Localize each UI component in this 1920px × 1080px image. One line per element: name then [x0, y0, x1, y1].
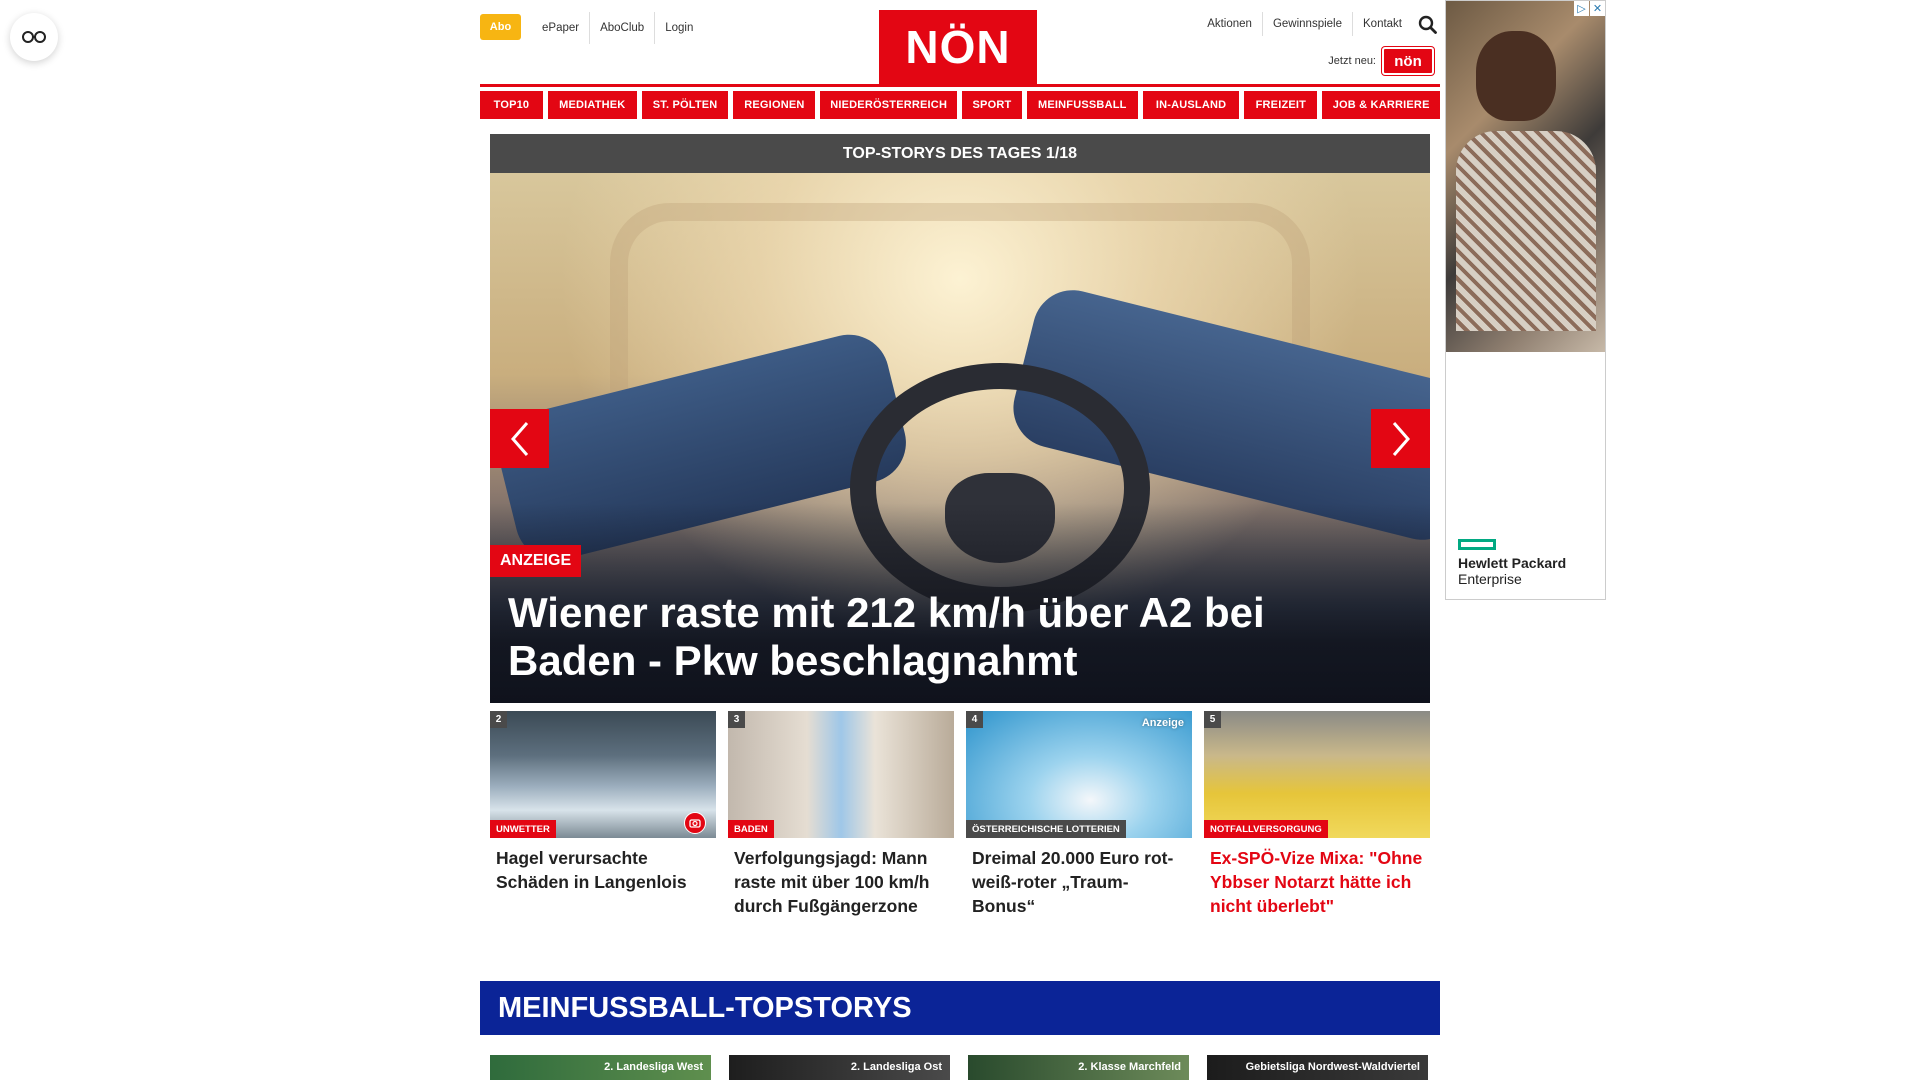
kontakt-link[interactable]: Kontakt: [1353, 12, 1412, 36]
close-icon[interactable]: ✕: [1590, 1, 1605, 16]
mini-logo[interactable]: nön: [1382, 47, 1434, 75]
nav-item-mediathek[interactable]: MEDIATHEK: [547, 91, 637, 119]
arrow-right-icon: [1392, 421, 1410, 456]
football-card[interactable]: Gebietsliga Nordwest-Waldviertel: [1207, 1055, 1428, 1080]
login-link[interactable]: Login: [655, 12, 703, 44]
hero-image[interactable]: ANZEIGE Wiener raste mit 212 km/h über A…: [490, 173, 1430, 703]
nav-item-top10[interactable]: TOP10: [480, 91, 543, 119]
football-card[interactable]: 2. Klasse Marchfeld: [968, 1055, 1189, 1080]
search-icon[interactable]: [1414, 12, 1440, 36]
adchoices-icon[interactable]: ▷: [1574, 1, 1589, 16]
story-category: ÖSTERREICHISCHE LOTTERIEN: [966, 820, 1126, 838]
abo-button[interactable]: Abo: [480, 14, 521, 40]
football-league-label: 2. Landesliga West: [604, 1061, 703, 1073]
story-title[interactable]: Verfolgungsjagd: Mann raste mit über 100…: [728, 846, 954, 918]
football-league-label: 2. Landesliga Ost: [850, 1061, 942, 1073]
ad-brand-line2: Enterprise: [1458, 571, 1522, 587]
main-page: Abo ePaper AboClub Login NÖN Aktionen Ge…: [480, 0, 1441, 1080]
nav-item-sport[interactable]: SPORT: [962, 91, 1022, 119]
nav-item-st-pölten[interactable]: ST. PÖLTEN: [641, 91, 729, 119]
ad-brand: Hewlett Packard Enterprise: [1458, 555, 1566, 587]
football-league-label: Gebietsliga Nordwest-Waldviertel: [1245, 1061, 1420, 1073]
arrow-left-icon: [510, 421, 528, 456]
aktionen-link[interactable]: Aktionen: [1197, 12, 1263, 36]
top-story-slider: TOP-STORYS DES TAGES 1/18 ANZEIGE Wiener…: [490, 134, 1430, 703]
story-image[interactable]: 3 BADEN: [728, 711, 954, 838]
story-number: 5: [1204, 711, 1221, 728]
ad-image[interactable]: ▷ ✕: [1446, 1, 1605, 352]
story-title[interactable]: Ex-SPÖ-Vize Mixa: "Ohne Ybbser Notarzt h…: [1204, 846, 1430, 918]
story-number: 3: [728, 711, 745, 728]
nav-item-regionen[interactable]: REGIONEN: [733, 91, 816, 119]
story-card[interactable]: 5 NOTFALLVERSORGUNG Ex-SPÖ-Vize Mixa: "O…: [1204, 711, 1430, 918]
story-card[interactable]: 2 UNWETTER Hagel verursachte Schäden in …: [490, 711, 716, 918]
nav-item-freizeit[interactable]: FREIZEIT: [1244, 91, 1318, 119]
story-category: NOTFALLVERSORGUNG: [1204, 820, 1328, 838]
nav-item-in-ausland[interactable]: IN-AUSLAND: [1142, 91, 1240, 119]
story-category: UNWETTER: [490, 820, 556, 838]
site-header: Abo ePaper AboClub Login NÖN Aktionen Ge…: [480, 0, 1440, 87]
nav-item-meinfussball[interactable]: MEINFUSSBALL: [1026, 91, 1138, 119]
story-cards: 2 UNWETTER Hagel verursachte Schäden in …: [490, 711, 1430, 918]
story-number: 2: [490, 711, 507, 728]
football-card[interactable]: 2. Landesliga West: [490, 1055, 711, 1080]
story-image[interactable]: 5 NOTFALLVERSORGUNG: [1204, 711, 1430, 838]
site-logo[interactable]: NÖN: [879, 10, 1037, 84]
story-title[interactable]: Hagel verursachte Schäden in Langenlois: [490, 846, 716, 894]
section-title[interactable]: MEINFUSSBALL-TOPSTORYS: [480, 981, 1440, 1035]
ad-brand-line1: Hewlett Packard: [1458, 555, 1567, 571]
football-cards: 2. Landesliga West 2. Landesliga Ost 2. …: [490, 1055, 1430, 1080]
aboclub-link[interactable]: AboClub: [590, 12, 656, 44]
anzeige-badge: ANZEIGE: [490, 545, 582, 577]
camera-icon: [684, 812, 706, 834]
football-league-label: 2. Klasse Marchfeld: [1078, 1061, 1181, 1073]
story-title[interactable]: Dreimal 20.000 Euro rot-weiß-roter „Trau…: [966, 846, 1192, 918]
story-image[interactable]: 4 Anzeige ÖSTERREICHISCHE LOTTERIEN: [966, 711, 1192, 838]
ad-banner[interactable]: ▷ ✕ Hewlett Packard Enterprise: [1445, 0, 1606, 600]
anzeige-label: Anzeige: [1141, 717, 1184, 729]
slider-title: TOP-STORYS DES TAGES 1/18: [490, 134, 1430, 173]
glasses-icon: [22, 31, 46, 43]
story-card[interactable]: 3 BADEN Verfolgungsjagd: Mann raste mit …: [728, 711, 954, 918]
accessibility-button[interactable]: [10, 13, 58, 61]
slider-next-button[interactable]: [1371, 409, 1430, 468]
gewinnspiele-link[interactable]: Gewinnspiele: [1263, 12, 1353, 36]
main-nav: TOP10 MEDIATHEK ST. PÖLTEN REGIONEN NIEDERÖS…: [480, 91, 1441, 119]
football-card[interactable]: 2. Landesliga Ost: [729, 1055, 950, 1080]
header-divider: [480, 84, 1440, 87]
story-number: 4: [966, 711, 983, 728]
epaper-link[interactable]: ePaper: [532, 12, 591, 44]
story-category: BADEN: [728, 820, 774, 838]
jetzt-neu-label: Jetzt neu:: [1328, 55, 1376, 67]
right-links: Aktionen Gewinnspiele Kontakt: [1197, 12, 1440, 36]
top-links: ePaper AboClub Login: [532, 12, 703, 44]
story-image[interactable]: 2 UNWETTER: [490, 711, 716, 838]
nav-item-job-karriere[interactable]: JOB & KARRIERE: [1322, 91, 1441, 119]
nav-item-niederösterreich[interactable]: NIEDERÖSTERREICH: [820, 91, 958, 119]
slider-prev-button[interactable]: [490, 409, 549, 468]
story-card[interactable]: 4 Anzeige ÖSTERREICHISCHE LOTTERIEN Drei…: [966, 711, 1192, 918]
ad-controls: ▷ ✕: [1574, 1, 1605, 16]
hero-headline[interactable]: Wiener raste mit 212 km/h über A2 bei Ba…: [508, 589, 1388, 685]
hpe-logo-icon: [1458, 539, 1496, 550]
